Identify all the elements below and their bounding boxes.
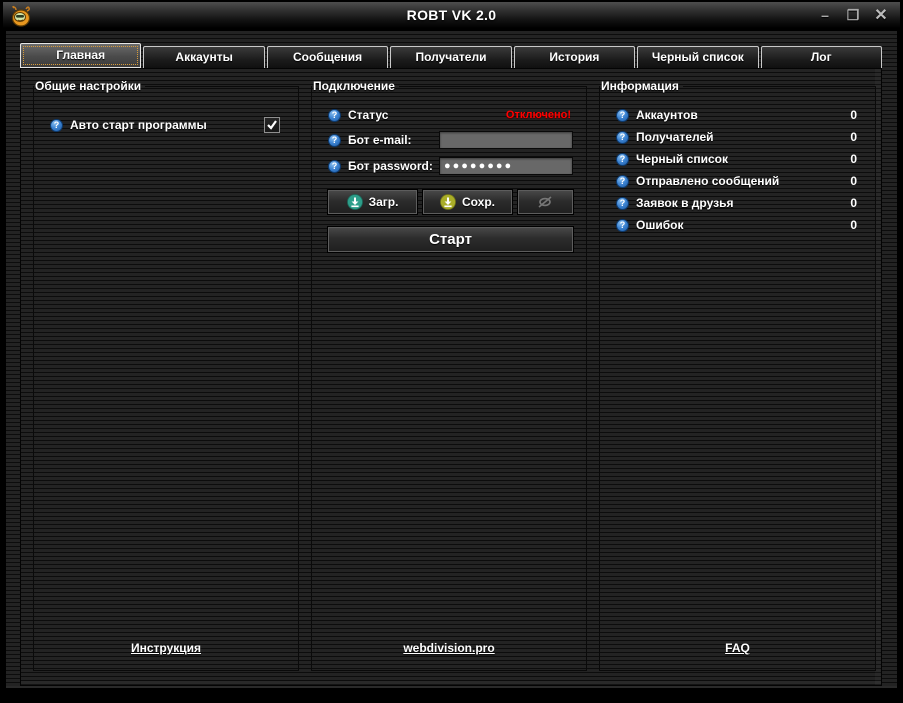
save-download-icon (440, 194, 456, 210)
autostart-row: ? Авто старт программы (50, 117, 285, 133)
app-logo-icon (10, 5, 32, 27)
bot-password-input[interactable] (439, 157, 573, 175)
info-row-errors: ? Ошибок 0 (616, 217, 862, 233)
tab-page-main: Общие настройки ? Авто старт программы И… (20, 68, 882, 686)
help-icon[interactable]: ? (616, 109, 629, 122)
help-icon[interactable]: ? (616, 219, 629, 232)
panel-general-settings: Общие настройки ? Авто старт программы И… (33, 79, 299, 671)
load-button[interactable]: Загр. (328, 190, 417, 214)
instruction-link[interactable]: Инструкция (131, 641, 201, 655)
panel-connection-title: Подключение (312, 79, 399, 93)
bot-email-input[interactable] (439, 131, 573, 149)
autostart-checkbox[interactable] (264, 117, 280, 133)
window-title: ROBT VK 2.0 (3, 7, 900, 23)
tab-accounts[interactable]: Аккаунты (143, 46, 264, 68)
checkmark-icon (266, 119, 278, 131)
password-row: ? Бот password: (328, 157, 573, 175)
start-button[interactable]: Старт (328, 227, 573, 252)
maximize-button[interactable]: ❐ (844, 2, 862, 29)
help-icon[interactable]: ? (328, 160, 341, 173)
status-label: Статус (348, 108, 388, 122)
tab-main[interactable]: Главная (20, 43, 141, 68)
email-row: ? Бот e-mail: (328, 131, 573, 149)
info-row-friend-requests: ? Заявок в друзья 0 (616, 195, 862, 211)
help-icon[interactable]: ? (616, 131, 629, 144)
titlebar: ROBT VK 2.0 – ❐ ✕ (3, 2, 900, 29)
panel-information: Информация ? Аккаунтов 0 ? Получателей 0… (599, 79, 876, 671)
save-button[interactable]: Сохр. (423, 190, 512, 214)
status-row: ? Статус Отключено! (328, 107, 573, 123)
tab-blacklist[interactable]: Черный список (637, 46, 758, 68)
app-body: Главная Аккаунты Сообщения Получатели Ис… (6, 30, 897, 688)
help-icon[interactable]: ? (616, 197, 629, 210)
info-row-recipients: ? Получателей 0 (616, 129, 862, 145)
bot-email-label: Бот e-mail: (348, 133, 412, 147)
accounts-count: 0 (850, 108, 857, 122)
info-row-sent-messages: ? Отправлено сообщений 0 (616, 173, 862, 189)
autostart-label: Авто старт программы (70, 118, 207, 132)
help-icon[interactable]: ? (328, 134, 341, 147)
faq-link[interactable]: FAQ (725, 641, 750, 655)
eye-off-icon (534, 195, 556, 209)
tab-messages[interactable]: Сообщения (267, 46, 388, 68)
help-icon[interactable]: ? (616, 175, 629, 188)
close-button[interactable]: ✕ (872, 2, 890, 29)
info-row-accounts: ? Аккаунтов 0 (616, 107, 862, 123)
sent-messages-count: 0 (850, 174, 857, 188)
friend-requests-count: 0 (850, 196, 857, 210)
tab-history[interactable]: История (514, 46, 635, 68)
help-icon[interactable]: ? (50, 119, 63, 132)
download-icon (347, 194, 363, 210)
panel-general-title: Общие настройки (34, 79, 145, 93)
recipients-count: 0 (850, 130, 857, 144)
help-icon[interactable]: ? (616, 153, 629, 166)
status-badge: Отключено! (506, 109, 571, 121)
bot-password-label: Бот password: (348, 159, 433, 173)
tab-log[interactable]: Лог (761, 46, 882, 68)
minimize-button[interactable]: – (816, 2, 834, 29)
webdivision-link[interactable]: webdivision.pro (403, 641, 494, 655)
load-button-label: Загр. (369, 195, 399, 209)
save-button-label: Сохр. (462, 195, 495, 209)
show-password-button[interactable] (518, 190, 573, 214)
info-row-blacklist: ? Черный список 0 (616, 151, 862, 167)
errors-count: 0 (850, 218, 857, 232)
blacklist-count: 0 (850, 152, 857, 166)
panel-information-title: Информация (600, 79, 683, 93)
tab-recipients[interactable]: Получатели (390, 46, 511, 68)
help-icon[interactable]: ? (328, 109, 341, 122)
tab-bar: Главная Аккаунты Сообщения Получатели Ис… (20, 44, 882, 68)
panel-connection: Подключение ? Статус Отключено! ? Бот e-… (311, 79, 587, 671)
